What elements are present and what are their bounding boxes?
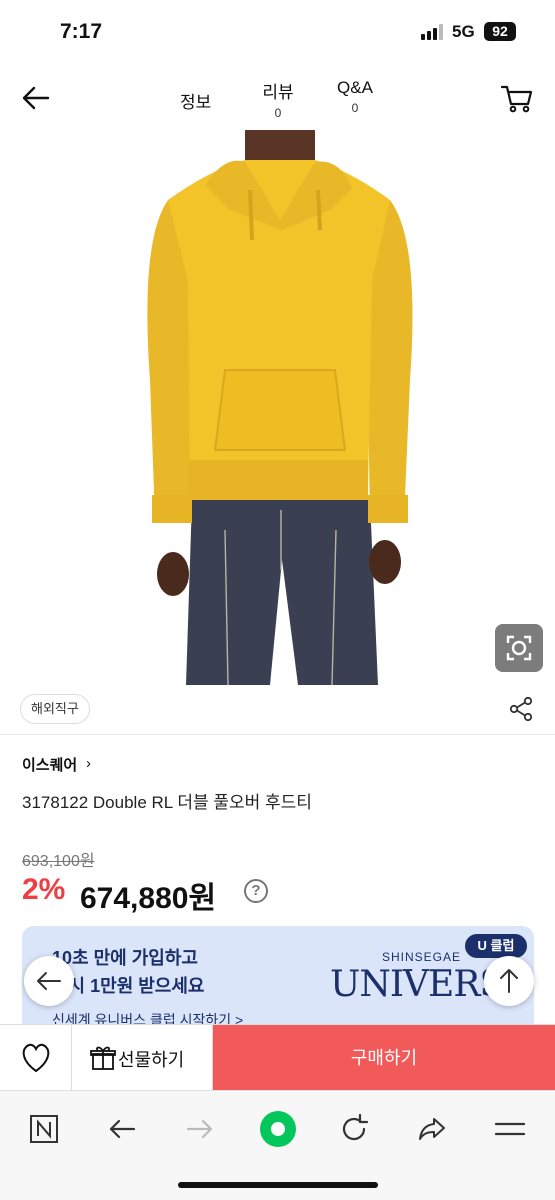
menu-icon[interactable] bbox=[492, 1111, 528, 1147]
divider bbox=[0, 734, 555, 735]
chevron-right-icon[interactable]: › bbox=[86, 755, 91, 772]
tab-review-label: 리뷰 bbox=[262, 83, 294, 102]
heart-icon bbox=[22, 1043, 50, 1073]
battery-indicator: 92 bbox=[484, 22, 516, 41]
product-header: 정보 리뷰 0 Q&A 0 bbox=[0, 64, 555, 130]
overseas-tag: 해외직구 bbox=[20, 694, 90, 724]
tab-review-count: 0 bbox=[274, 106, 282, 120]
help-icon[interactable]: ? bbox=[244, 879, 268, 903]
home-indicator[interactable] bbox=[178, 1182, 378, 1188]
browser-share-icon[interactable] bbox=[414, 1111, 450, 1147]
browser-back-icon[interactable] bbox=[104, 1111, 140, 1147]
u-club-badge: U 클럽 bbox=[465, 934, 527, 958]
banner-line2: 즉시 1만원 받으세요 bbox=[52, 976, 205, 996]
tab-qa-count: 0 bbox=[351, 101, 359, 115]
network-label: 5G bbox=[452, 22, 475, 41]
banner-brand-small: SHINSEGAE bbox=[382, 950, 462, 964]
product-image[interactable] bbox=[0, 130, 555, 685]
banner-line1: 10초 만에 가입하고 bbox=[52, 948, 198, 968]
naver-n-icon[interactable] bbox=[26, 1111, 62, 1147]
wishlist-button[interactable] bbox=[0, 1025, 72, 1091]
purchase-bar: 선물하기 구매하기 bbox=[0, 1024, 555, 1091]
buy-button[interactable]: 구매하기 bbox=[213, 1025, 555, 1091]
reload-icon[interactable] bbox=[336, 1111, 372, 1147]
green-dot-icon[interactable] bbox=[258, 1109, 298, 1149]
tab-info-label: 정보 bbox=[180, 93, 212, 112]
universe-club-banner[interactable]: 10초 만에 가입하고 즉시 1만원 받으세요 신세계 유니버스 클럽 시작하기… bbox=[22, 926, 534, 1036]
gift-icon bbox=[90, 1046, 116, 1070]
status-time: 7:17 bbox=[60, 20, 103, 43]
original-price: 693,100원 bbox=[22, 853, 95, 870]
visual-search-icon[interactable] bbox=[495, 624, 543, 672]
status-bar: 7:17 5G 92 bbox=[0, 0, 555, 64]
sale-price: 674,880원 bbox=[80, 882, 217, 915]
gift-label: 선물하기 bbox=[118, 1050, 185, 1070]
brand-name[interactable]: 이스퀘어 bbox=[22, 754, 77, 775]
signal-icon bbox=[421, 24, 443, 40]
hoodie-illustration bbox=[147, 130, 413, 685]
back-arrow-icon[interactable] bbox=[20, 82, 52, 114]
discount-rate: 2% bbox=[22, 873, 66, 906]
product-title: 3178122 Double RL 더블 풀오버 후드티 bbox=[22, 793, 312, 812]
tab-qa[interactable]: Q&A 0 bbox=[330, 78, 380, 115]
up-arrow-icon[interactable] bbox=[484, 956, 534, 1006]
cart-icon[interactable] bbox=[500, 82, 534, 114]
tab-info[interactable]: 정보 bbox=[180, 88, 211, 113]
prev-arrow-icon[interactable] bbox=[24, 956, 74, 1006]
tab-qa-label: Q&A bbox=[337, 78, 373, 97]
gift-button[interactable]: 선물하기 bbox=[72, 1025, 213, 1091]
share-icon[interactable] bbox=[508, 696, 534, 722]
tab-review[interactable]: 리뷰 0 bbox=[258, 78, 298, 120]
browser-forward-icon[interactable] bbox=[182, 1111, 218, 1147]
